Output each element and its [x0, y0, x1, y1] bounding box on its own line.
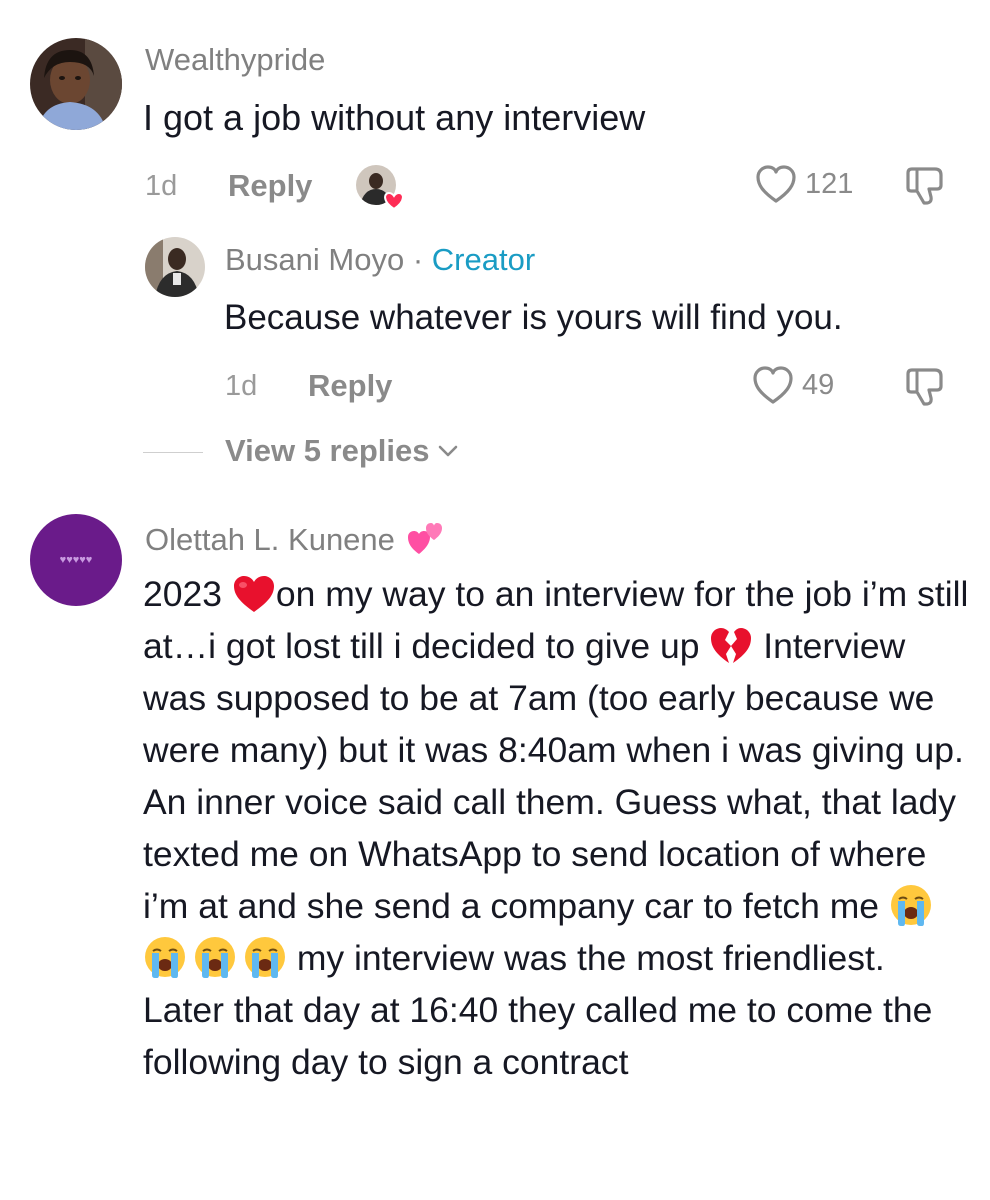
broken-heart-emoji: [711, 628, 752, 663]
crying-face-emoji: [890, 885, 931, 926]
comment-text-part: 2023: [143, 574, 232, 614]
like-count: 121: [805, 167, 854, 200]
reply-reply-button[interactable]: Reply: [308, 368, 392, 404]
dislike-icon: [906, 368, 943, 406]
crying-face-emoji: [145, 937, 185, 978]
reply-dislike-button[interactable]: [905, 366, 947, 413]
chevron-down-icon: [438, 445, 457, 457]
comment-username[interactable]: Wealthypride: [145, 42, 325, 78]
dislike-icon: [906, 167, 943, 205]
comment-text-part: Interview was supposed to be at 7am (too…: [143, 626, 964, 926]
reply-like-count: 49: [802, 368, 835, 401]
avatar-wealthypride[interactable]: [30, 38, 122, 130]
name-separator: ·: [404, 242, 432, 277]
creator-liked-avatar: [356, 165, 404, 211]
heart-icon: [753, 366, 793, 404]
reply-time: 1d: [225, 370, 258, 402]
crying-face-emoji: [195, 937, 235, 978]
reply-username[interactable]: Busani Moyo: [225, 242, 404, 277]
creator-badge: Creator: [431, 242, 536, 277]
dislike-button[interactable]: [905, 165, 947, 212]
heart-icon: [756, 165, 796, 203]
avatar-olettah[interactable]: ♥♥♥♥♥: [30, 514, 122, 606]
comment-text: 2023 on my way to an interview for the j…: [143, 568, 973, 1088]
reply-like-button[interactable]: 49: [752, 365, 834, 405]
like-button[interactable]: 121: [755, 164, 853, 204]
reply-text: Because whatever is yours will find you.: [224, 298, 843, 337]
two-hearts-emoji: [407, 523, 442, 554]
view-replies-button[interactable]: View 5 replies: [225, 433, 460, 469]
reply-username-line: Busani Moyo · Creator: [225, 242, 535, 278]
comment-username: Olettah L. Kunene: [145, 518, 446, 558]
comment-username-text[interactable]: Olettah L. Kunene: [145, 522, 395, 557]
view-replies-divider: [143, 452, 203, 453]
comment-time: 1d: [145, 170, 178, 202]
red-heart-emoji: [233, 576, 274, 612]
comment-text: I got a job without any interview: [143, 97, 646, 138]
avatar-busani-moyo[interactable]: [145, 237, 205, 297]
crying-face-emoji: [245, 937, 285, 978]
reply-button[interactable]: Reply: [228, 168, 312, 204]
view-replies-label: View 5 replies: [225, 433, 430, 468]
avatar-hearts: ♥♥♥♥♥: [59, 554, 93, 566]
